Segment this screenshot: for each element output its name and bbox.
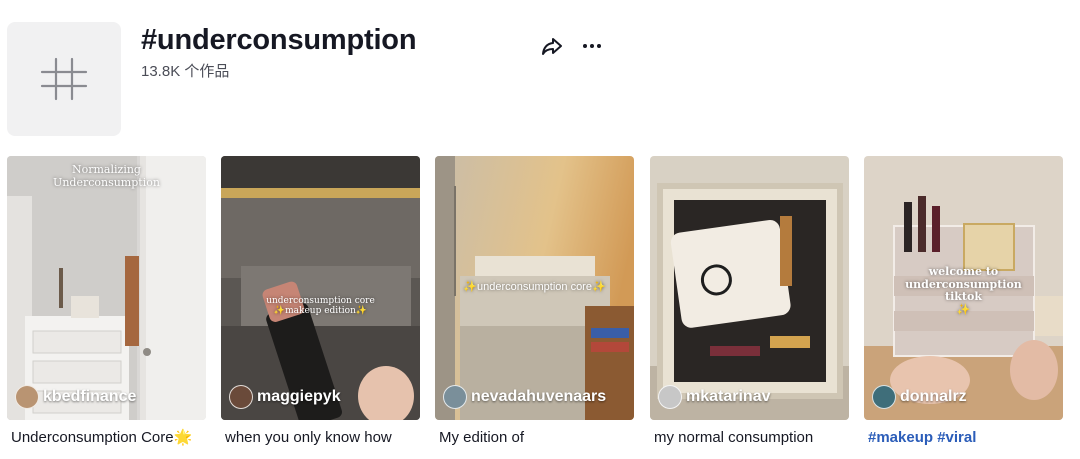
video-overlay-text: underconsumption core ✨makeup edition✨ <box>266 296 375 317</box>
creator-avatar <box>658 385 682 409</box>
creator-tag[interactable]: maggiepyk <box>229 384 341 410</box>
video-card[interactable]: Normalizing Underconsumption kbedfinance… <box>7 156 206 446</box>
creator-tag[interactable]: nevadahuvenaars <box>443 384 606 410</box>
creator-tag[interactable]: donnalrz <box>872 384 967 410</box>
share-arrow-icon <box>542 38 562 55</box>
hashtag-header: #underconsumption 13.8K 个作品 <box>0 0 1080 150</box>
creator-name: maggiepyk <box>257 388 341 405</box>
video-card[interactable]: mkatarinav my normal consumption <box>650 156 849 446</box>
video-card[interactable]: ✨underconsumption core✨ nevadahuvenaars … <box>435 156 634 446</box>
creator-tag[interactable]: mkatarinav <box>658 384 771 410</box>
video-caption-hashtags[interactable]: #makeup #viral <box>868 428 1067 448</box>
creator-avatar <box>443 385 467 409</box>
video-overlay-text: welcome to underconsumption tiktok ✨ <box>905 265 1022 316</box>
hashtag-avatar <box>7 22 121 136</box>
video-caption[interactable]: my normal consumption <box>654 428 853 448</box>
creator-name: mkatarinav <box>686 388 771 405</box>
video-caption[interactable]: when you only know how <box>225 428 424 448</box>
creator-avatar <box>872 385 896 409</box>
video-thumbnail[interactable]: welcome to underconsumption tiktok ✨ don… <box>864 156 1063 420</box>
video-thumbnail[interactable]: Normalizing Underconsumption kbedfinance <box>7 156 206 420</box>
share-button[interactable] <box>538 32 566 60</box>
creator-name: kbedfinance <box>43 388 137 405</box>
video-thumbnail[interactable]: mkatarinav <box>650 156 849 420</box>
video-thumbnail-image <box>221 156 420 420</box>
video-overlay-text: Normalizing Underconsumption <box>53 163 160 189</box>
video-thumbnail-image <box>650 156 849 420</box>
creator-avatar <box>15 385 39 409</box>
ellipsis-icon <box>583 44 601 48</box>
creator-name: nevadahuvenaars <box>471 388 607 405</box>
creator-tag[interactable]: kbedfinance <box>15 384 136 410</box>
video-caption[interactable]: My edition of <box>439 428 638 448</box>
video-thumbnail[interactable]: ✨underconsumption core✨ nevadahuvenaars <box>435 156 634 420</box>
more-options-button[interactable] <box>578 32 606 60</box>
video-card[interactable]: underconsumption core ✨makeup edition✨ m… <box>221 156 420 446</box>
video-grid: Normalizing Underconsumption kbedfinance… <box>7 156 1067 459</box>
creator-name: donnalrz <box>900 388 967 405</box>
creator-avatar <box>229 385 253 409</box>
video-thumbnail[interactable]: underconsumption core ✨makeup edition✨ m… <box>221 156 420 420</box>
video-thumbnail-image <box>7 156 206 420</box>
video-card[interactable]: welcome to underconsumption tiktok ✨ don… <box>864 156 1063 446</box>
hashtag-title: #underconsumption <box>141 24 417 56</box>
video-overlay-text: ✨underconsumption core✨ <box>463 281 606 293</box>
video-caption[interactable]: Underconsumption Core🌟 <box>11 428 210 448</box>
video-count: 13.8K 个作品 <box>141 63 230 80</box>
hashtag-icon <box>40 57 88 101</box>
